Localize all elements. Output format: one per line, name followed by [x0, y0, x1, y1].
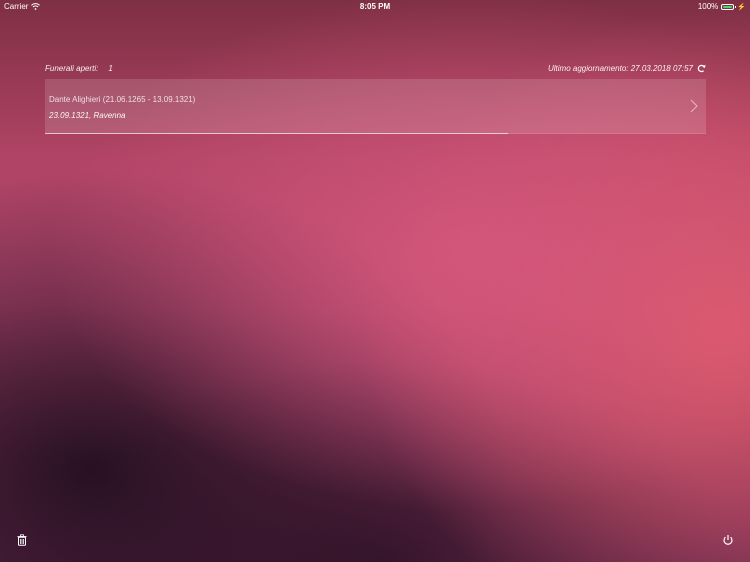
open-funerals-label: Funerali aperti:: [45, 64, 99, 73]
funeral-list-item[interactable]: Dante Alighieri (21.06.1265 - 13.09.1321…: [45, 79, 706, 134]
power-button[interactable]: [722, 534, 734, 546]
funeral-progress-track: [45, 133, 706, 134]
status-time: 8:05 PM: [359, 2, 391, 11]
funeral-progress-fill: [45, 133, 508, 134]
battery-percentage: 100%: [697, 2, 719, 11]
trash-button[interactable]: [16, 534, 28, 546]
power-icon: [722, 534, 734, 546]
status-bar: Carrier 8:05 PM 100% ⚡: [0, 0, 750, 13]
battery-group: 100% ⚡: [698, 2, 746, 11]
last-update: Ultimo aggiornamento: 27.03.2018 07:57: [548, 64, 706, 73]
funeral-date-place: 23.09.1321, Ravenna: [49, 111, 126, 120]
last-update-label: Ultimo aggiornamento: 27.03.2018 07:57: [548, 64, 693, 73]
refresh-icon[interactable]: [697, 64, 706, 73]
battery-icon: [721, 3, 737, 10]
chevron-right-icon: [690, 99, 698, 113]
open-funerals-count: 1: [108, 64, 113, 73]
open-funerals-summary: Funerali aperti: 1: [45, 64, 113, 73]
trash-icon: [16, 534, 28, 546]
bolt-icon: ⚡: [737, 3, 746, 11]
battery-level: [723, 5, 733, 8]
funeral-deceased-name: Dante Alighieri (21.06.1265 - 13.09.1321…: [49, 95, 196, 104]
